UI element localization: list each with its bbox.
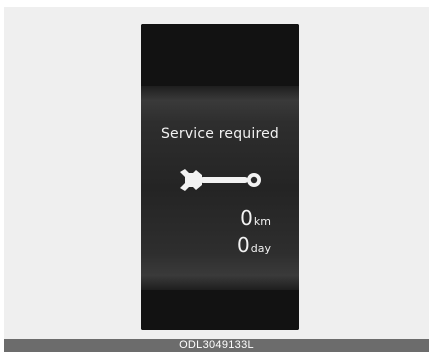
distance-value: 0 xyxy=(240,206,253,230)
distance-readout: 0km xyxy=(240,206,271,230)
display-top-band xyxy=(141,24,299,86)
distance-unit: km xyxy=(253,215,271,228)
time-readout: 0day xyxy=(237,233,271,257)
time-unit: day xyxy=(250,242,271,255)
time-value: 0 xyxy=(237,233,250,257)
wrench-icon xyxy=(180,169,261,191)
service-message: Service required xyxy=(160,126,280,142)
figure-panel: Service required 0km 0day xyxy=(4,7,429,339)
cluster-display: Service required 0km 0day xyxy=(141,24,299,330)
figure-caption: ODL3049133L xyxy=(4,339,429,352)
display-bottom-band xyxy=(141,290,299,330)
